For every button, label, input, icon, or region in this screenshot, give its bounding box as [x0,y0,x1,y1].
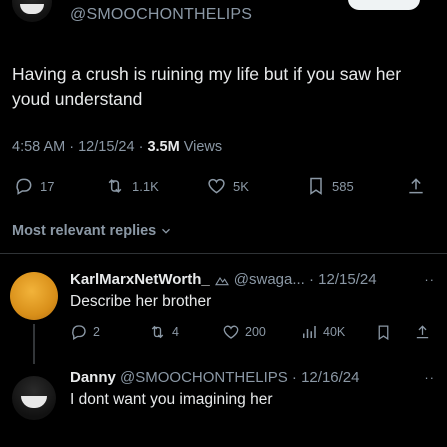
post-action-bar: 17 1.1K 5K 585 [0,172,447,200]
like-icon [208,178,225,194]
reply-author-name[interactable]: KarlMarxNetWorth_ [70,271,210,288]
reply-author-name[interactable]: Danny [70,369,116,386]
bookmark-button[interactable]: 585 [306,172,354,200]
share-icon [416,325,429,339]
chevron-down-icon [162,228,171,234]
reply-avatar[interactable] [12,376,56,420]
reply-header: Danny @SMOOCHONTHELIPS · 12/16/24 [70,369,359,386]
repost-icon [151,325,164,339]
reply-reply-button[interactable]: 2 [70,320,100,344]
post-time[interactable]: 4:58 AM [12,139,65,155]
like-button[interactable]: 5K [206,172,249,200]
verified-emoji-icon [214,276,229,285]
share-button[interactable] [406,172,426,200]
share-icon [409,178,423,194]
reply-button[interactable]: 17 [14,172,54,200]
reply-text: I dont want you imagining her [70,391,273,408]
reply-icon [72,325,86,340]
views-count: 3.5M [147,139,180,155]
more-options-button[interactable]: ·· [424,272,435,287]
replies-sort-dropdown[interactable]: Most relevant replies [12,223,173,239]
reply-handle-date[interactable]: @SMOOCHONTHELIPS · 12/16/24 [120,369,359,386]
reply-views-count: 40K [323,325,346,339]
reply-reply-count: 2 [93,325,100,339]
replies-sort-label: Most relevant replies [12,223,157,239]
post-text: Having a crush is ruining my life but if… [12,64,402,109]
reply-repost-button[interactable]: 4 [148,320,179,344]
more-options-button[interactable]: ·· [424,370,435,385]
reply-repost-count: 4 [172,325,179,339]
post-date[interactable]: 12/15/24 [78,139,134,155]
post-meta: 4:58 AM · 12/15/24 · 3.5M Views [12,139,222,155]
reply-share-button[interactable] [414,320,431,344]
reply-count: 17 [40,178,55,194]
avatar-mouth [21,396,47,408]
reply-avatar[interactable] [10,272,58,320]
reply-icon [16,178,32,195]
follow-button[interactable] [348,0,420,10]
views-icon [303,326,316,338]
reply-like-count: 200 [245,325,266,339]
reply-header: KarlMarxNetWorth_ @swaga... · 12/15/24 [70,271,377,288]
reply-views-button[interactable]: 40K [300,320,345,344]
repost-button[interactable]: 1.1K [104,172,159,200]
avatar-mouth [20,4,44,14]
like-count: 5K [233,178,249,194]
author-avatar[interactable] [12,0,52,22]
views-label: Views [183,139,223,155]
divider [0,253,447,254]
like-icon [223,325,239,339]
reply-like-button[interactable]: 200 [222,320,266,344]
author-handle[interactable]: @SMOOCHONTHELIPS [70,6,252,24]
reply-handle-date[interactable]: @swaga... · 12/15/24 [234,271,377,288]
bookmark-icon [378,324,389,340]
reply-action-bar: 2 4 200 40K [0,320,447,344]
repost-icon [108,179,122,193]
reply-bookmark-button[interactable] [375,320,392,344]
repost-count: 1.1K [132,178,159,194]
bookmark-icon [310,177,322,195]
meta-separator: · [69,139,79,155]
reply-text: Describe her brother [70,293,212,310]
bookmark-count: 585 [332,178,354,194]
